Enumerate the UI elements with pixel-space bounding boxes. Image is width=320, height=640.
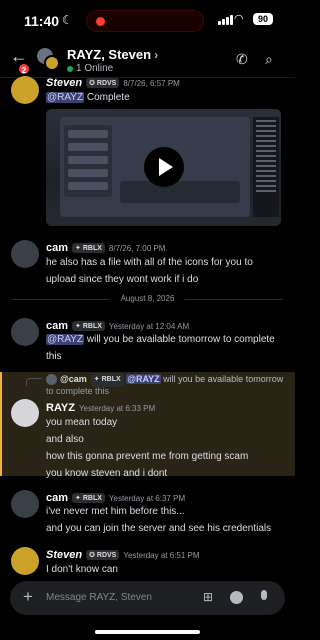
message-text-body: Complete — [84, 92, 130, 103]
message-line: and you can join the server and see his … — [46, 523, 272, 534]
timestamp: Yesterday at 6:33 PM — [78, 404, 156, 413]
server-tag-text: RBLX — [82, 323, 102, 330]
message-text-body: will you be available tomorrow to comple… — [84, 334, 275, 345]
message-text: he also has a file with all of the icons… — [46, 254, 286, 288]
play-icon[interactable] — [144, 147, 184, 187]
reply-avatar — [46, 374, 57, 385]
chat-header: ← 2 RAYZ, Steven › 1 Online ✆ ⌕ — [0, 42, 295, 78]
message-line: how this gonna prevent me from getting s… — [46, 451, 249, 462]
chat-title-text: RAYZ, Steven — [67, 47, 152, 62]
home-indicator[interactable] — [95, 630, 200, 634]
reply-connector — [26, 378, 42, 386]
unread-badge: 2 — [17, 62, 31, 76]
avatar[interactable] — [11, 76, 39, 104]
timestamp: Yesterday at 6:51 PM — [123, 551, 200, 560]
message-text: @RAYZ Complete — [46, 89, 286, 106]
chevron-right-icon: › — [154, 48, 159, 62]
avatar[interactable] — [11, 399, 39, 427]
battery-icon: 90 — [253, 13, 273, 25]
record-dot-icon — [96, 17, 105, 26]
timestamp: 8/7/26, 6:57 PM — [123, 79, 180, 88]
video-thumbnail-sidebar — [253, 117, 279, 217]
group-avatar-front — [44, 55, 60, 71]
clock: 11:40 — [24, 13, 60, 29]
server-tag-text: RBLX — [82, 245, 102, 252]
avatar[interactable] — [11, 240, 39, 268]
call-icon[interactable]: ✆ — [236, 51, 248, 68]
online-dot-icon — [67, 65, 73, 72]
timestamp: Yesterday at 12:04 AM — [108, 322, 190, 331]
play-triangle — [159, 158, 173, 176]
microphone-icon[interactable] — [261, 590, 267, 600]
message-line: he also has a file with all of the icons… — [46, 257, 253, 268]
author-name[interactable]: RAYZ — [46, 402, 75, 414]
server-tag: ✪ RDVS — [86, 550, 120, 560]
chat-title[interactable]: RAYZ, Steven › — [67, 47, 158, 62]
reply-text-continued: to complete this — [46, 386, 110, 396]
recording-indicator[interactable] — [86, 10, 204, 32]
server-tag: ✦ RBLX — [72, 321, 105, 331]
online-status-text: 1 Online — [76, 63, 114, 74]
video-thumbnail-bar — [120, 181, 240, 203]
video-thumbnail-menu — [64, 125, 112, 197]
server-tag: ✦ RBLX — [72, 243, 105, 253]
server-tag: ✦ RBLX — [72, 493, 105, 503]
user-mention[interactable]: @RAYZ — [46, 334, 85, 345]
video-attachment[interactable] — [46, 109, 281, 226]
timestamp: Yesterday at 6:37 PM — [108, 494, 186, 503]
message-composer[interactable]: + Message RAYZ, Steven ⊞ — [10, 581, 285, 615]
plus-icon[interactable]: + — [23, 587, 33, 607]
message-text: @RAYZ will you be available tomorrow to … — [46, 331, 286, 365]
server-tag-text: RDVS — [96, 80, 117, 87]
signal-icon — [218, 14, 233, 25]
message-text: you mean today and also how this gonna p… — [46, 414, 286, 482]
date-divider: August 8, 2026 — [12, 294, 283, 304]
user-mention[interactable]: @RAYZ — [126, 374, 161, 384]
server-tag: ✦ RBLX — [90, 373, 124, 387]
message-line: you know steven and i dont — [46, 468, 168, 479]
message-line: i've never met him before this... — [46, 506, 185, 517]
search-icon[interactable]: ⌕ — [265, 51, 273, 68]
date-divider-text: August 8, 2026 — [120, 294, 175, 303]
reply-author: @cam — [60, 374, 87, 384]
reply-text: will you be available tomorrow — [160, 374, 284, 384]
message-line: I don't know can — [46, 564, 118, 575]
message-line: you mean today — [46, 417, 118, 428]
message-text: I don't know can — [46, 561, 286, 578]
server-tag: ✪ RDVS — [86, 78, 120, 88]
message-line: upload since they wont work if i do — [46, 274, 199, 285]
server-tag-text: RDVS — [96, 552, 117, 559]
timestamp: 8/7/26, 7:00 PM — [108, 244, 166, 253]
message-text: i've never met him before this... and yo… — [46, 503, 286, 537]
reply-preview[interactable]: @cam ✦ RBLX @RAYZ will you be available t… — [60, 373, 285, 387]
avatar[interactable] — [11, 490, 39, 518]
wifi-icon: ◠ — [234, 13, 244, 25]
focus-moon-icon: ☾ — [62, 13, 73, 27]
avatar[interactable] — [11, 547, 39, 575]
gift-icon[interactable]: ⊞ — [203, 590, 213, 604]
message-line: and also — [46, 434, 84, 445]
online-status: 1 Online — [67, 63, 113, 74]
message-line: this — [46, 351, 62, 362]
author-name[interactable]: Steven — [46, 549, 82, 561]
avatar[interactable] — [11, 318, 39, 346]
message-input[interactable]: Message RAYZ, Steven — [46, 592, 152, 603]
server-tag-text: RBLX — [101, 376, 121, 383]
author-name[interactable]: cam — [46, 242, 68, 254]
status-bar: 11:40 ☾ ◠ 90 — [0, 0, 295, 40]
server-tag-text: RBLX — [82, 495, 102, 502]
author-name[interactable]: Steven — [46, 77, 82, 89]
user-mention[interactable]: @RAYZ — [46, 92, 85, 103]
message-line: @RAYZ will you be available tomorrow to … — [46, 331, 286, 348]
emoji-icon[interactable] — [230, 591, 243, 604]
